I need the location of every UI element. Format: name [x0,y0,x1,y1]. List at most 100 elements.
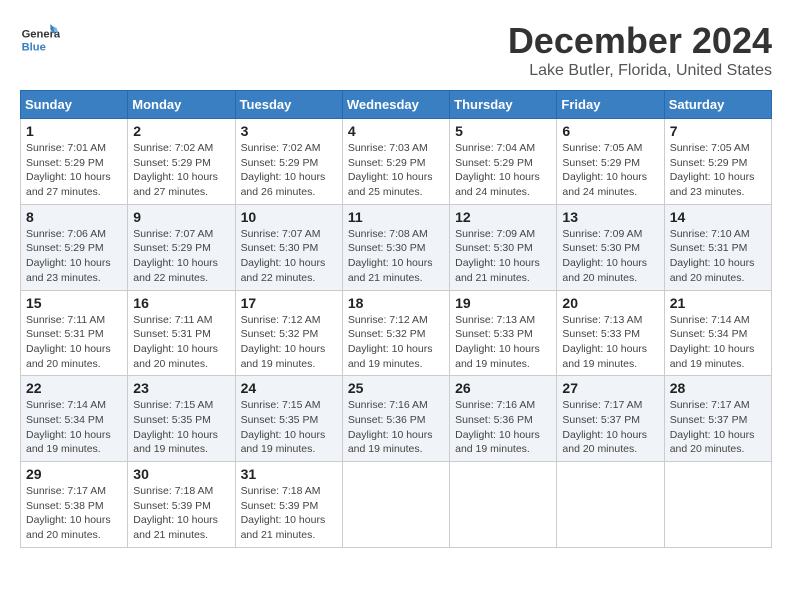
header: General Blue December 2024 Lake Butler, … [20,20,772,80]
day-number: 22 [26,380,122,396]
calendar-week-5: 29 Sunrise: 7:17 AM Sunset: 5:38 PM Dayli… [21,462,772,548]
calendar-day-26: 26 Sunrise: 7:16 AM Sunset: 5:36 PM Dayli… [450,376,557,462]
day-info: Sunrise: 7:11 AM Sunset: 5:31 PM Dayligh… [133,313,229,372]
calendar-day-24: 24 Sunrise: 7:15 AM Sunset: 5:35 PM Dayli… [235,376,342,462]
calendar-day-10: 10 Sunrise: 7:07 AM Sunset: 5:30 PM Dayli… [235,204,342,290]
day-info: Sunrise: 7:04 AM Sunset: 5:29 PM Dayligh… [455,141,551,200]
day-number: 4 [348,123,444,139]
calendar-day-25: 25 Sunrise: 7:16 AM Sunset: 5:36 PM Dayli… [342,376,449,462]
calendar-day-1: 1 Sunrise: 7:01 AM Sunset: 5:29 PM Daylig… [21,119,128,205]
day-info: Sunrise: 7:14 AM Sunset: 5:34 PM Dayligh… [26,398,122,457]
calendar-day-22: 22 Sunrise: 7:14 AM Sunset: 5:34 PM Dayli… [21,376,128,462]
day-number: 2 [133,123,229,139]
day-info: Sunrise: 7:10 AM Sunset: 5:31 PM Dayligh… [670,227,766,286]
day-info: Sunrise: 7:11 AM Sunset: 5:31 PM Dayligh… [26,313,122,372]
calendar-day-8: 8 Sunrise: 7:06 AM Sunset: 5:29 PM Daylig… [21,204,128,290]
day-info: Sunrise: 7:07 AM Sunset: 5:30 PM Dayligh… [241,227,337,286]
day-info: Sunrise: 7:06 AM Sunset: 5:29 PM Dayligh… [26,227,122,286]
day-number: 10 [241,209,337,225]
calendar-day-7: 7Sunrise: 7:05 AM Sunset: 5:29 PM Daylig… [664,119,771,205]
day-number: 17 [241,295,337,311]
calendar-day-11: 11Sunrise: 7:08 AM Sunset: 5:30 PM Dayli… [342,204,449,290]
day-number: 25 [348,380,444,396]
day-number: 30 [133,466,229,482]
calendar-day-17: 17 Sunrise: 7:12 AM Sunset: 5:32 PM Dayli… [235,290,342,376]
day-info: Sunrise: 7:17 AM Sunset: 5:38 PM Dayligh… [26,484,122,543]
day-number: 28 [670,380,766,396]
day-number: 21 [670,295,766,311]
calendar-table: SundayMondayTuesdayWednesdayThursdayFrid… [20,90,772,548]
day-number: 7 [670,123,766,139]
calendar-day-2: 2Sunrise: 7:02 AM Sunset: 5:29 PM Daylig… [128,119,235,205]
empty-cell [342,462,449,548]
day-info: Sunrise: 7:02 AM Sunset: 5:29 PM Dayligh… [241,141,337,200]
day-number: 1 [26,123,122,139]
day-info: Sunrise: 7:14 AM Sunset: 5:34 PM Dayligh… [670,313,766,372]
day-number: 26 [455,380,551,396]
calendar-body: 1 Sunrise: 7:01 AM Sunset: 5:29 PM Daylig… [21,119,772,548]
calendar-day-27: 27 Sunrise: 7:17 AM Sunset: 5:37 PM Dayli… [557,376,664,462]
calendar-day-14: 14Sunrise: 7:10 AM Sunset: 5:31 PM Dayli… [664,204,771,290]
day-number: 9 [133,209,229,225]
calendar-day-15: 15Sunrise: 7:11 AM Sunset: 5:31 PM Dayli… [21,290,128,376]
day-info: Sunrise: 7:15 AM Sunset: 5:35 PM Dayligh… [133,398,229,457]
day-info: Sunrise: 7:16 AM Sunset: 5:36 PM Dayligh… [348,398,444,457]
day-number: 8 [26,209,122,225]
calendar-day-5: 5 Sunrise: 7:04 AM Sunset: 5:29 PM Daylig… [450,119,557,205]
day-number: 3 [241,123,337,139]
calendar-day-12: 12Sunrise: 7:09 AM Sunset: 5:30 PM Dayli… [450,204,557,290]
calendar-day-28: 28 Sunrise: 7:17 AM Sunset: 5:37 PM Dayli… [664,376,771,462]
logo: General Blue [20,20,60,60]
day-info: Sunrise: 7:17 AM Sunset: 5:37 PM Dayligh… [562,398,658,457]
day-number: 24 [241,380,337,396]
day-number: 6 [562,123,658,139]
calendar-day-19: 19 Sunrise: 7:13 AM Sunset: 5:33 PM Dayli… [450,290,557,376]
day-info: Sunrise: 7:13 AM Sunset: 5:33 PM Dayligh… [562,313,658,372]
day-info: Sunrise: 7:12 AM Sunset: 5:32 PM Dayligh… [241,313,337,372]
day-number: 5 [455,123,551,139]
day-header-friday: Friday [557,91,664,119]
calendar-week-4: 22 Sunrise: 7:14 AM Sunset: 5:34 PM Dayli… [21,376,772,462]
calendar-week-2: 8 Sunrise: 7:06 AM Sunset: 5:29 PM Daylig… [21,204,772,290]
day-number: 27 [562,380,658,396]
day-info: Sunrise: 7:16 AM Sunset: 5:36 PM Dayligh… [455,398,551,457]
day-header-tuesday: Tuesday [235,91,342,119]
calendar-header: SundayMondayTuesdayWednesdayThursdayFrid… [21,91,772,119]
calendar-day-13: 13 Sunrise: 7:09 AM Sunset: 5:30 PM Dayli… [557,204,664,290]
subtitle: Lake Butler, Florida, United States [508,62,772,80]
calendar-day-21: 21 Sunrise: 7:14 AM Sunset: 5:34 PM Dayli… [664,290,771,376]
calendar-day-20: 20Sunrise: 7:13 AM Sunset: 5:33 PM Dayli… [557,290,664,376]
calendar-day-31: 31 Sunrise: 7:18 AM Sunset: 5:39 PM Dayli… [235,462,342,548]
day-number: 16 [133,295,229,311]
day-info: Sunrise: 7:15 AM Sunset: 5:35 PM Dayligh… [241,398,337,457]
calendar-day-30: 30Sunrise: 7:18 AM Sunset: 5:39 PM Dayli… [128,462,235,548]
day-header-wednesday: Wednesday [342,91,449,119]
day-info: Sunrise: 7:18 AM Sunset: 5:39 PM Dayligh… [241,484,337,543]
calendar-day-9: 9 Sunrise: 7:07 AM Sunset: 5:29 PM Daylig… [128,204,235,290]
day-number: 19 [455,295,551,311]
day-info: Sunrise: 7:13 AM Sunset: 5:33 PM Dayligh… [455,313,551,372]
day-number: 13 [562,209,658,225]
day-info: Sunrise: 7:09 AM Sunset: 5:30 PM Dayligh… [562,227,658,286]
calendar-day-6: 6 Sunrise: 7:05 AM Sunset: 5:29 PM Daylig… [557,119,664,205]
logo-icon: General Blue [20,20,60,60]
day-info: Sunrise: 7:07 AM Sunset: 5:29 PM Dayligh… [133,227,229,286]
day-number: 18 [348,295,444,311]
empty-cell [664,462,771,548]
day-header-thursday: Thursday [450,91,557,119]
day-header-saturday: Saturday [664,91,771,119]
day-number: 29 [26,466,122,482]
empty-cell [557,462,664,548]
day-number: 31 [241,466,337,482]
day-info: Sunrise: 7:17 AM Sunset: 5:37 PM Dayligh… [670,398,766,457]
svg-text:Blue: Blue [22,41,46,53]
day-info: Sunrise: 7:01 AM Sunset: 5:29 PM Dayligh… [26,141,122,200]
calendar-week-1: 1 Sunrise: 7:01 AM Sunset: 5:29 PM Daylig… [21,119,772,205]
day-info: Sunrise: 7:12 AM Sunset: 5:32 PM Dayligh… [348,313,444,372]
day-info: Sunrise: 7:05 AM Sunset: 5:29 PM Dayligh… [562,141,658,200]
day-number: 12 [455,209,551,225]
day-number: 11 [348,209,444,225]
days-of-week-row: SundayMondayTuesdayWednesdayThursdayFrid… [21,91,772,119]
calendar-day-16: 16 Sunrise: 7:11 AM Sunset: 5:31 PM Dayli… [128,290,235,376]
day-number: 23 [133,380,229,396]
